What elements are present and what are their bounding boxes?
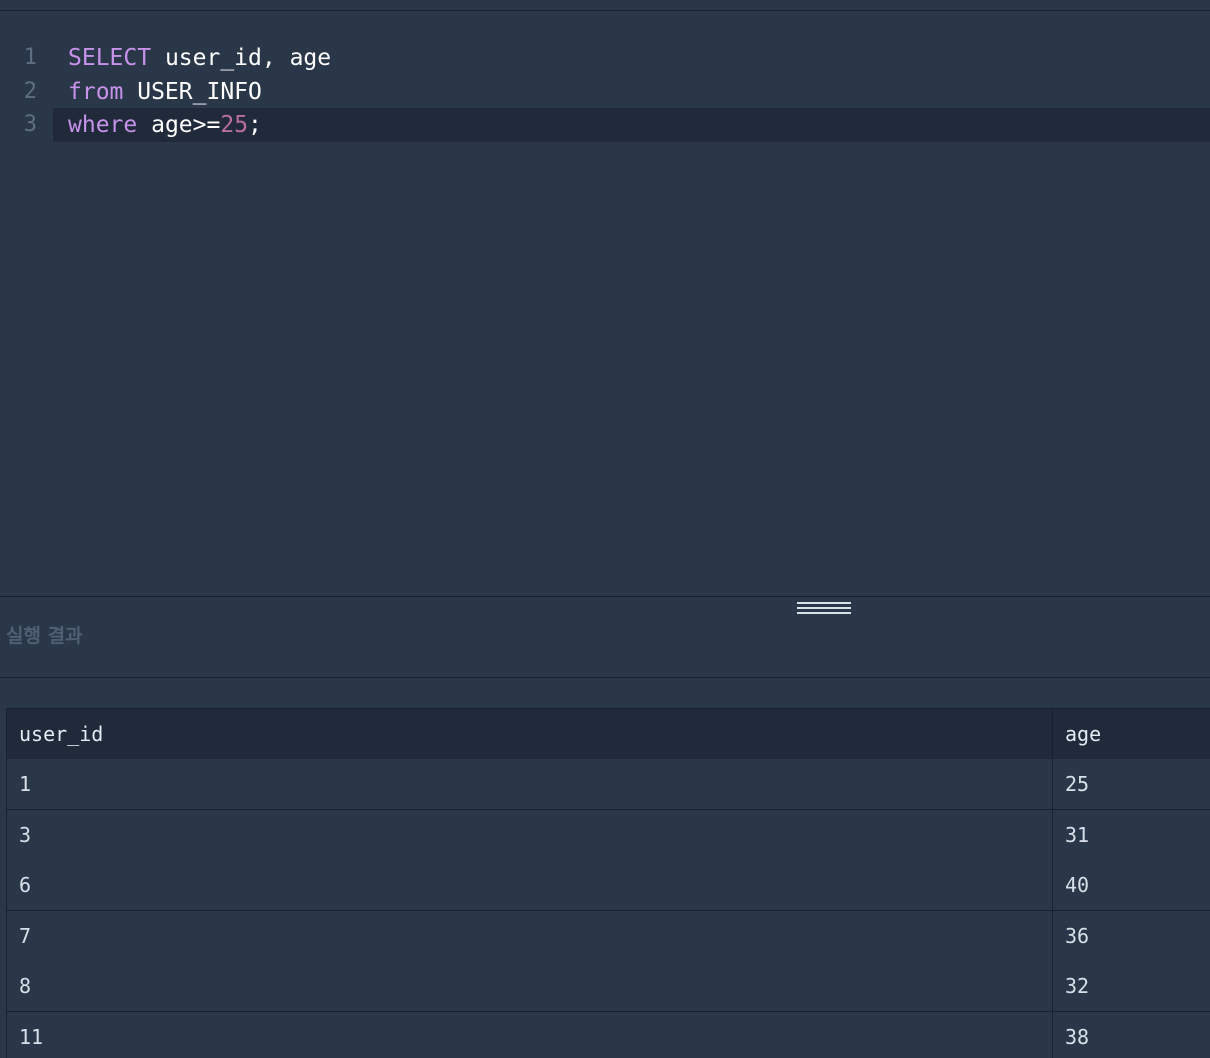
- code-editor[interactable]: 1 SELECT user_id, age 2 from USER_INFO 3…: [0, 11, 1210, 596]
- cell-age: 38: [1052, 1012, 1210, 1058]
- cell-user-id: 1: [19, 772, 32, 796]
- cell-user-id: 8: [19, 974, 32, 998]
- line-number: 2: [23, 79, 37, 104]
- cell-user-id: 11: [19, 1025, 44, 1049]
- cell-age: 36: [1052, 911, 1210, 961]
- line-code[interactable]: SELECT user_id, age: [68, 41, 331, 75]
- top-bar: [0, 0, 1210, 11]
- line-code[interactable]: from USER_INFO: [68, 75, 262, 109]
- table-header-row: user_id age: [7, 709, 1210, 760]
- cell-age: 32: [1052, 961, 1210, 1011]
- line-number: 1: [23, 45, 37, 70]
- plain-token: USER_INFO: [123, 79, 262, 105]
- table-row: 7 36: [7, 911, 1210, 962]
- plain-token: ;: [248, 112, 262, 138]
- cell-age: 25: [1052, 759, 1210, 809]
- table-row: 6 40: [7, 860, 1210, 911]
- number-token: 25: [220, 112, 249, 138]
- cell-age: 40: [1052, 860, 1210, 910]
- cell-user-id: 6: [19, 873, 32, 897]
- keyword-token: from: [68, 79, 124, 105]
- results-title: 실행 결과: [6, 625, 83, 647]
- plain-token: age>=: [137, 112, 221, 138]
- cell-age: 31: [1052, 810, 1210, 860]
- keyword-token: where: [68, 112, 138, 138]
- column-header-user-id: user_id: [19, 722, 104, 746]
- sql-editor-page: 1 SELECT user_id, age 2 from USER_INFO 3…: [0, 0, 1210, 1058]
- table-row: 11 38: [7, 1012, 1210, 1058]
- table-row: 1 25: [7, 759, 1210, 810]
- cell-user-id: 7: [19, 924, 32, 948]
- cell-user-id: 3: [19, 823, 32, 847]
- code-line-2[interactable]: 2 from USER_INFO: [0, 75, 1210, 109]
- results-table: user_id age 1 25 3 31 6 40 7 36 8 32 11 …: [6, 708, 1210, 1058]
- results-header: 실행 결과: [0, 597, 1210, 678]
- line-number: 3: [23, 112, 37, 137]
- code-line-1[interactable]: 1 SELECT user_id, age: [0, 41, 1210, 75]
- table-row: 8 32: [7, 961, 1210, 1012]
- table-row: 3 31: [7, 810, 1210, 861]
- plain-token: user_id, age: [151, 45, 332, 71]
- keyword-token: SELECT: [68, 45, 152, 71]
- code-line-3[interactable]: 3 where age>=25;: [0, 108, 1210, 142]
- column-header-age: age: [1052, 709, 1210, 759]
- line-code[interactable]: where age>=25;: [68, 108, 262, 142]
